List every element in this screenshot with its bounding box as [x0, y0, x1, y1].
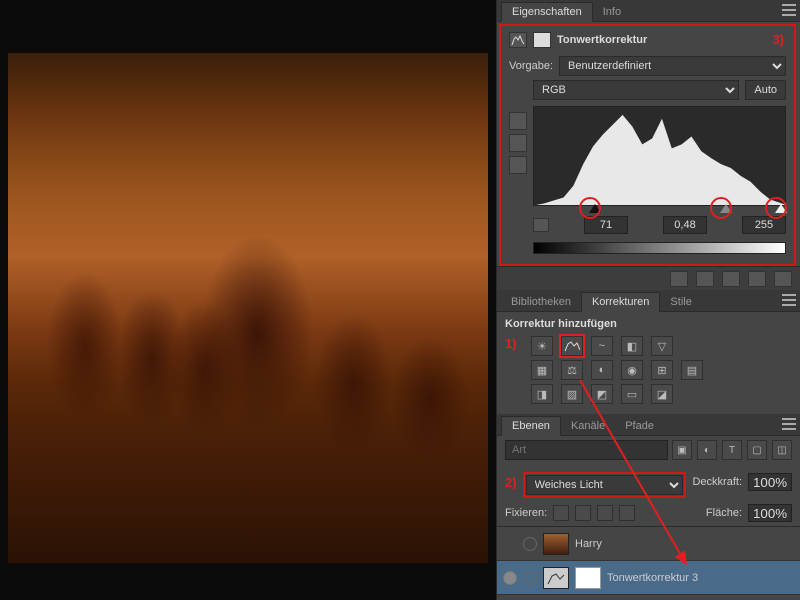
bw-adj-icon[interactable]: ◐	[591, 360, 613, 380]
eyedropper-white-icon[interactable]	[509, 156, 527, 174]
histogram[interactable]	[533, 106, 786, 206]
document-image	[8, 53, 488, 563]
annotation-3: 3)	[772, 32, 784, 47]
layer-thumbnail[interactable]	[543, 533, 569, 555]
visibility-icon[interactable]	[748, 271, 766, 287]
opacity-input[interactable]	[748, 473, 792, 491]
levels-adj-icon[interactable]	[561, 336, 583, 356]
filter-shape-icon[interactable]: ▢	[747, 440, 767, 460]
eyedropper-gray-icon[interactable]	[509, 134, 527, 152]
posterize-adj-icon[interactable]: ▨	[561, 384, 583, 404]
adjustments-tabbar: Bibliotheken Korrekturen Stile	[497, 290, 800, 312]
output-gradient[interactable]	[533, 242, 786, 254]
tab-adjustments[interactable]: Korrekturen	[581, 292, 660, 312]
exposure-adj-icon[interactable]: ◧	[621, 336, 643, 356]
shadow-input[interactable]	[584, 216, 628, 234]
highlight-input[interactable]	[742, 216, 786, 234]
tab-styles[interactable]: Stile	[660, 293, 701, 311]
adjustments-title: Korrektur hinzufügen	[505, 318, 792, 330]
properties-toolbar	[497, 266, 800, 290]
panel-menu-icon[interactable]	[782, 294, 796, 306]
annotation-2: 2)	[505, 475, 517, 490]
invert-adj-icon[interactable]: ◨	[531, 384, 553, 404]
properties-tabbar: Eigenschaften Info	[497, 0, 800, 22]
auto-button[interactable]: Auto	[745, 80, 786, 100]
layers-controls: ▣ ◐ T ▢ ◫ 2) Weiches Licht Deckkraft: Fi…	[497, 436, 800, 526]
lock-all-icon[interactable]	[619, 505, 635, 521]
lut-adj-icon[interactable]: ▤	[681, 360, 703, 380]
filter-type-icon[interactable]: T	[722, 440, 742, 460]
tab-channels[interactable]: Kanäle	[561, 417, 615, 435]
histogram-svg	[534, 107, 785, 205]
lock-pixels-icon[interactable]	[575, 505, 591, 521]
vibrance-adj-icon[interactable]: ▽	[651, 336, 673, 356]
layer-row[interactable]: Tonwertkorrektur 3	[497, 561, 800, 595]
right-panel-stack: Eigenschaften Info Tonwertkorrektur 3) V…	[496, 0, 800, 600]
wr-icon[interactable]	[533, 218, 549, 232]
annotation-1: 1)	[505, 336, 517, 351]
mask-thumbnail[interactable]	[575, 567, 601, 589]
photo-filter-adj-icon[interactable]: ◉	[621, 360, 643, 380]
selective-color-adj-icon[interactable]: ◪	[651, 384, 673, 404]
fill-input[interactable]	[748, 504, 792, 522]
curves-adj-icon[interactable]: ~	[591, 336, 613, 356]
layer-list: Harry Tonwertkorrektur 3	[497, 526, 800, 600]
tab-libraries[interactable]: Bibliotheken	[501, 293, 581, 311]
levels-histogram-icon	[509, 32, 527, 48]
channel-mixer-adj-icon[interactable]: ⊞	[651, 360, 673, 380]
layers-tabbar: Ebenen Kanäle Pfade	[497, 414, 800, 436]
tab-paths[interactable]: Pfade	[615, 417, 664, 435]
clip-to-layer-icon[interactable]	[670, 271, 688, 287]
filter-adjust-icon[interactable]: ◐	[697, 440, 717, 460]
lock-transparency-icon[interactable]	[553, 505, 569, 521]
adjustment-thumbnail[interactable]	[543, 567, 569, 589]
eyedropper-black-icon[interactable]	[509, 112, 527, 130]
canvas-area[interactable]	[0, 0, 496, 600]
preset-label: Vorgabe:	[509, 60, 553, 72]
layer-name: Harry	[575, 538, 602, 550]
opacity-label: Deckkraft:	[692, 476, 742, 488]
hue-sat-adj-icon[interactable]: ▦	[531, 360, 553, 380]
layer-name: Tonwertkorrektur 3	[607, 572, 698, 584]
properties-title: Tonwertkorrektur	[557, 34, 647, 46]
midtone-slider[interactable]	[720, 204, 732, 213]
layer-visibility-icon[interactable]	[503, 571, 517, 585]
midtone-input[interactable]	[663, 216, 707, 234]
tab-properties[interactable]: Eigenschaften	[501, 2, 593, 22]
panel-menu-icon[interactable]	[782, 418, 796, 430]
adjustments-panel: Korrektur hinzufügen 1) ☀ ~ ◧ ▽ ▦ ⚖ ◐ ◉ …	[497, 312, 800, 414]
fill-label: Fläche:	[706, 507, 742, 519]
layer-filter-input[interactable]	[505, 440, 668, 460]
blend-mode-select[interactable]: Weiches Licht	[526, 475, 684, 495]
gradient-map-adj-icon[interactable]: ▭	[621, 384, 643, 404]
reset-icon[interactable]	[722, 271, 740, 287]
mask-icon[interactable]	[533, 32, 551, 48]
lock-position-icon[interactable]	[597, 505, 613, 521]
shadow-slider[interactable]	[589, 204, 601, 213]
color-balance-adj-icon[interactable]: ⚖	[561, 360, 583, 380]
panel-menu-icon[interactable]	[782, 4, 796, 16]
tab-info[interactable]: Info	[593, 3, 631, 21]
layer-fx-icon[interactable]	[523, 537, 537, 551]
preset-select[interactable]: Benutzerdefiniert	[559, 56, 786, 76]
highlight-slider[interactable]	[775, 204, 787, 213]
lock-label: Fixieren:	[505, 507, 547, 519]
channel-select[interactable]: RGB	[533, 80, 739, 100]
layer-fx-icon[interactable]	[523, 571, 537, 585]
filter-smart-icon[interactable]: ◫	[772, 440, 792, 460]
filter-pixel-icon[interactable]: ▣	[672, 440, 692, 460]
threshold-adj-icon[interactable]: ◩	[591, 384, 613, 404]
view-previous-icon[interactable]	[696, 271, 714, 287]
tab-layers[interactable]: Ebenen	[501, 416, 561, 436]
delete-adjustment-icon[interactable]	[774, 271, 792, 287]
layer-row[interactable]: Harry	[497, 527, 800, 561]
brightness-adj-icon[interactable]: ☀	[531, 336, 553, 356]
properties-panel: Tonwertkorrektur 3) Vorgabe: Benutzerdef…	[499, 24, 796, 266]
